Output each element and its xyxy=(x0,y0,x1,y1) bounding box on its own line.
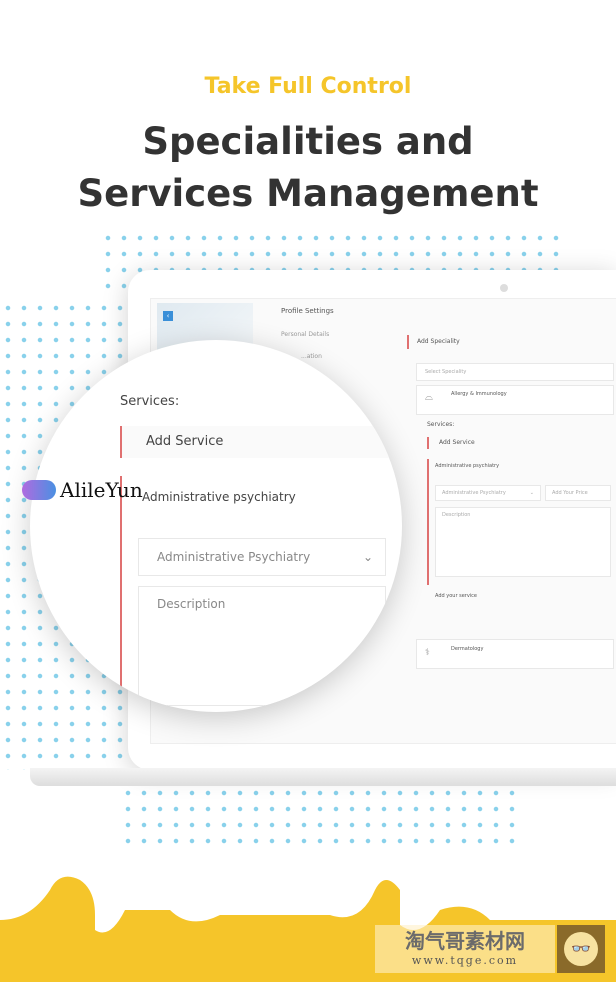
description-textarea[interactable]: Description xyxy=(435,507,611,577)
add-service-button[interactable]: Add Service xyxy=(427,437,475,449)
chevron-down-icon: ⌄ xyxy=(529,490,534,496)
tab-personal-details[interactable]: Personal Details xyxy=(281,331,329,338)
cloud-logo-icon xyxy=(22,480,56,500)
speciality-name: Dermatology xyxy=(451,646,484,652)
speciality-card-dermatology[interactable]: ⚕ Dermatology xyxy=(416,639,614,669)
price-input[interactable]: Add Your Price xyxy=(545,485,611,501)
dot-pattern-bottom xyxy=(120,785,520,845)
lens-service-title: Administrative psychiatry xyxy=(142,490,296,504)
tooth-icon: ⌓ xyxy=(425,392,433,403)
service-select-value: Administrative Psychiatry xyxy=(442,490,506,496)
brand-name: AlileYun xyxy=(60,478,143,502)
glasses-logo: 👓 xyxy=(557,925,605,973)
camera xyxy=(500,284,508,292)
back-icon[interactable]: ‹ xyxy=(163,311,173,321)
add-speciality-button[interactable]: Add Speciality xyxy=(407,335,460,349)
page-title: Specialities and Services Management xyxy=(0,116,616,220)
profile-settings-title: Profile Settings xyxy=(281,307,334,315)
select-speciality-input[interactable]: Select Speciality xyxy=(416,363,614,381)
chevron-down-icon: ⌄ xyxy=(362,550,373,564)
service-select[interactable]: Administrative Psychiatry ⌄ xyxy=(435,485,541,501)
add-your-service-link[interactable]: Add your service xyxy=(435,593,477,599)
speciality-card-allergy[interactable]: ⌓ Allergy & Immunology xyxy=(416,385,614,415)
service-block: Administrative psychiatry Administrative… xyxy=(427,459,613,585)
lens-service-select[interactable]: Administrative Psychiatry ⌄ xyxy=(138,538,386,576)
brand-watermark: AlileYun xyxy=(22,478,143,502)
magnifier-lens: Services: Add Service Administrative psy… xyxy=(30,340,402,712)
laptop-base xyxy=(30,768,616,786)
lens-services-label: Services: xyxy=(120,394,180,409)
dermatology-icon: ⚕ xyxy=(425,648,430,658)
kicker: Take Full Control xyxy=(204,74,412,99)
site-watermark: 淘气哥素材网 www.tqge.com xyxy=(375,925,555,973)
title-line-2: Services Management xyxy=(77,172,539,215)
lens-add-service-button[interactable]: Add Service xyxy=(120,426,402,458)
glasses-icon: 👓 xyxy=(564,932,598,966)
speciality-name: Allergy & Immunology xyxy=(451,391,507,397)
services-label: Services: xyxy=(427,421,455,428)
service-title: Administrative psychiatry xyxy=(435,463,500,469)
site-name-cn: 淘气哥素材网 xyxy=(405,929,525,953)
lens-description-textarea[interactable]: Description xyxy=(138,586,386,706)
lens-service-select-value: Administrative Psychiatry xyxy=(157,550,311,564)
tab-partial[interactable]: ...ation xyxy=(301,353,322,360)
title-line-1: Specialities and xyxy=(142,120,474,163)
site-url: www.tqge.com xyxy=(411,954,519,967)
